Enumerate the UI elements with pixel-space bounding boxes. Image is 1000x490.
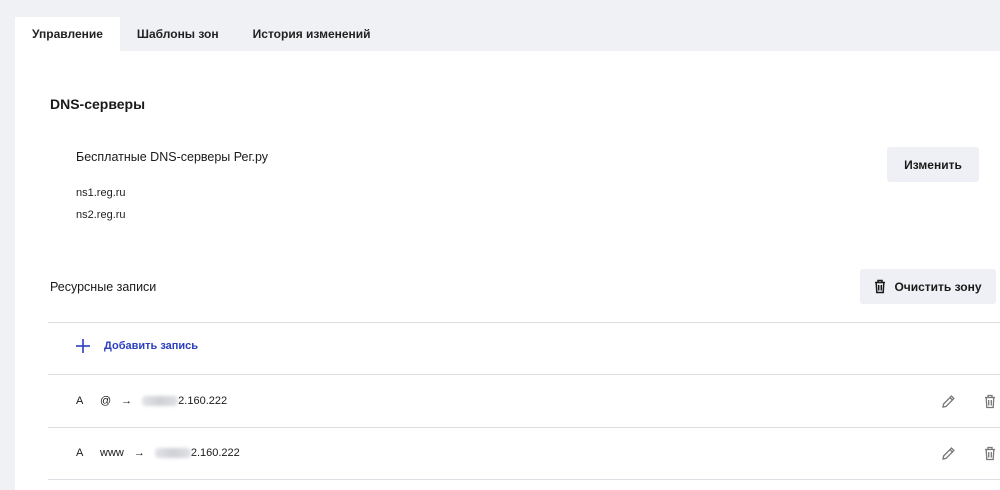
tab-management[interactable]: Управление (15, 17, 120, 51)
tab-zone-templates[interactable]: Шаблоны зон (120, 17, 236, 51)
pencil-icon[interactable] (941, 446, 956, 461)
record-type: A (76, 447, 84, 459)
record-type: A (76, 395, 84, 407)
management-panel: DNS-серверы Бесплатные DNS-серверы Рег.р… (15, 51, 1000, 490)
tab-bar: Управление Шаблоны зон История изменений (15, 17, 388, 51)
ns-server-2: ns2.reg.ru (76, 209, 126, 221)
dns-servers-title: DNS-серверы (50, 96, 146, 112)
add-record-button[interactable]: Добавить запись (76, 339, 198, 353)
dns-provider-name: Бесплатные DNS-серверы Рег.ру (76, 150, 269, 164)
trash-icon[interactable] (984, 394, 996, 409)
trash-icon[interactable] (984, 446, 996, 461)
ns-server-1: ns1.reg.ru (76, 187, 126, 199)
arrow-right-icon: → (121, 395, 133, 407)
divider (48, 374, 1000, 375)
record-host: www (100, 447, 124, 459)
resource-records-title: Ресурсные записи (50, 280, 157, 294)
change-dns-button[interactable]: Изменить (887, 147, 979, 182)
divider (48, 479, 1000, 480)
clear-zone-label: Очистить зону (894, 279, 982, 294)
record-ip: 2.160.222 (178, 395, 228, 407)
trash-icon (874, 279, 886, 294)
clear-zone-button[interactable]: Очистить зону (860, 269, 996, 304)
plus-icon (76, 339, 90, 353)
record-row: A www → 2.160.222 (76, 443, 996, 463)
add-record-label: Добавить запись (104, 340, 199, 352)
pencil-icon[interactable] (941, 394, 956, 409)
record-row: A @ → 2.160.222 (76, 391, 996, 411)
redacted-ip-part (142, 396, 179, 406)
record-host: @ (100, 395, 112, 407)
record-actions (941, 391, 996, 411)
divider (48, 427, 1000, 428)
tab-change-history[interactable]: История изменений (236, 17, 388, 51)
divider (48, 322, 1000, 323)
record-ip: 2.160.222 (190, 447, 240, 459)
arrow-right-icon: → (133, 447, 145, 459)
record-actions (941, 443, 996, 463)
redacted-ip-part (154, 448, 191, 458)
